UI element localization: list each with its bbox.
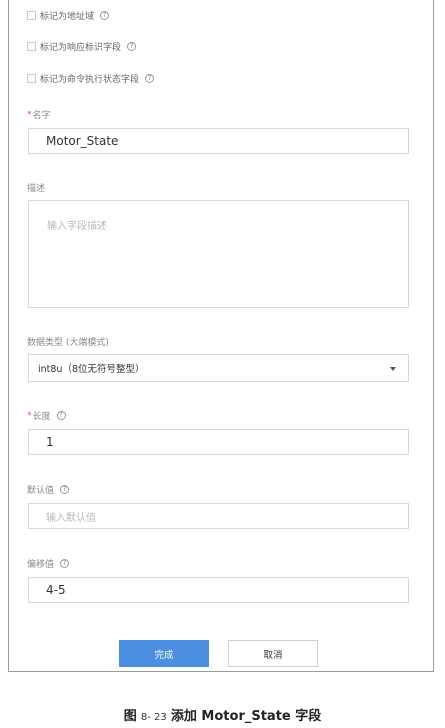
description-label-text: 描述 — [27, 184, 46, 194]
required-mark: * — [27, 410, 32, 421]
data-type-value: int8u（8位无符号整型） — [38, 364, 145, 375]
help-icon[interactable]: ? — [56, 411, 66, 420]
length-label: * 长度 ? — [27, 409, 66, 422]
checkbox-label: 标记为响应标识字段 — [40, 43, 122, 53]
offset-label: 偏移值 ? — [27, 557, 70, 570]
help-icon[interactable]: ? — [100, 11, 110, 20]
offset-input[interactable]: 4-5 — [28, 577, 409, 603]
default-label-text: 默认值 — [27, 486, 55, 496]
chevron-down-icon — [390, 367, 396, 371]
offset-label-text: 偏移值 — [27, 560, 55, 570]
help-icon[interactable]: ? — [145, 74, 155, 83]
data-type-label-text: 数据类型 (大端模式) — [27, 338, 109, 348]
name-value: Motor_State — [46, 134, 119, 148]
checkbox[interactable] — [27, 42, 36, 51]
description-placeholder: 输入字段描述 — [47, 221, 107, 232]
cancel-button[interactable]: 取消 — [228, 640, 318, 667]
data-type-label: 数据类型 (大端模式) — [27, 335, 109, 348]
caption-fig: 图 — [123, 709, 137, 724]
checkbox-label: 标记为命令执行状态字段 — [40, 75, 140, 85]
description-label: 描述 — [27, 181, 45, 194]
default-input[interactable]: 输入默认值 — [28, 503, 409, 529]
checkbox-label: 标记为地址域 — [40, 12, 95, 22]
data-type-select[interactable]: int8u（8位无符号整型） — [28, 354, 409, 382]
figure-caption: 图 8- 23 添加 Motor_State 字段 — [0, 705, 445, 724]
help-icon[interactable]: ? — [60, 485, 70, 494]
length-input[interactable]: 1 — [28, 429, 409, 455]
checkbox[interactable] — [27, 11, 36, 20]
checkbox-command-status-field[interactable]: 标记为命令执行状态字段 ? — [27, 72, 155, 85]
help-icon[interactable]: ? — [60, 559, 70, 568]
length-label-text: 长度 — [32, 412, 51, 422]
required-mark: * — [27, 109, 32, 120]
name-input[interactable]: Motor_State — [28, 128, 409, 154]
description-textarea[interactable]: 输入字段描述 — [28, 200, 409, 308]
default-placeholder: 输入默认值 — [46, 512, 96, 524]
default-label: 默认值 ? — [27, 483, 70, 496]
offset-value: 4-5 — [46, 583, 66, 597]
checkbox-address-field[interactable]: 标记为地址域 ? — [27, 9, 110, 22]
help-icon[interactable]: ? — [127, 42, 137, 51]
checkbox[interactable] — [27, 74, 36, 83]
name-label: * 名字 — [27, 108, 51, 122]
checkbox-response-id-field[interactable]: 标记为响应标识字段 ? — [27, 40, 137, 53]
caption-text: 添加 Motor_State 字段 — [170, 709, 322, 724]
name-label-text: 名字 — [32, 111, 51, 121]
caption-number: 8- 23 — [140, 712, 167, 723]
length-value: 1 — [46, 435, 54, 449]
submit-button[interactable]: 完成 — [119, 640, 209, 667]
